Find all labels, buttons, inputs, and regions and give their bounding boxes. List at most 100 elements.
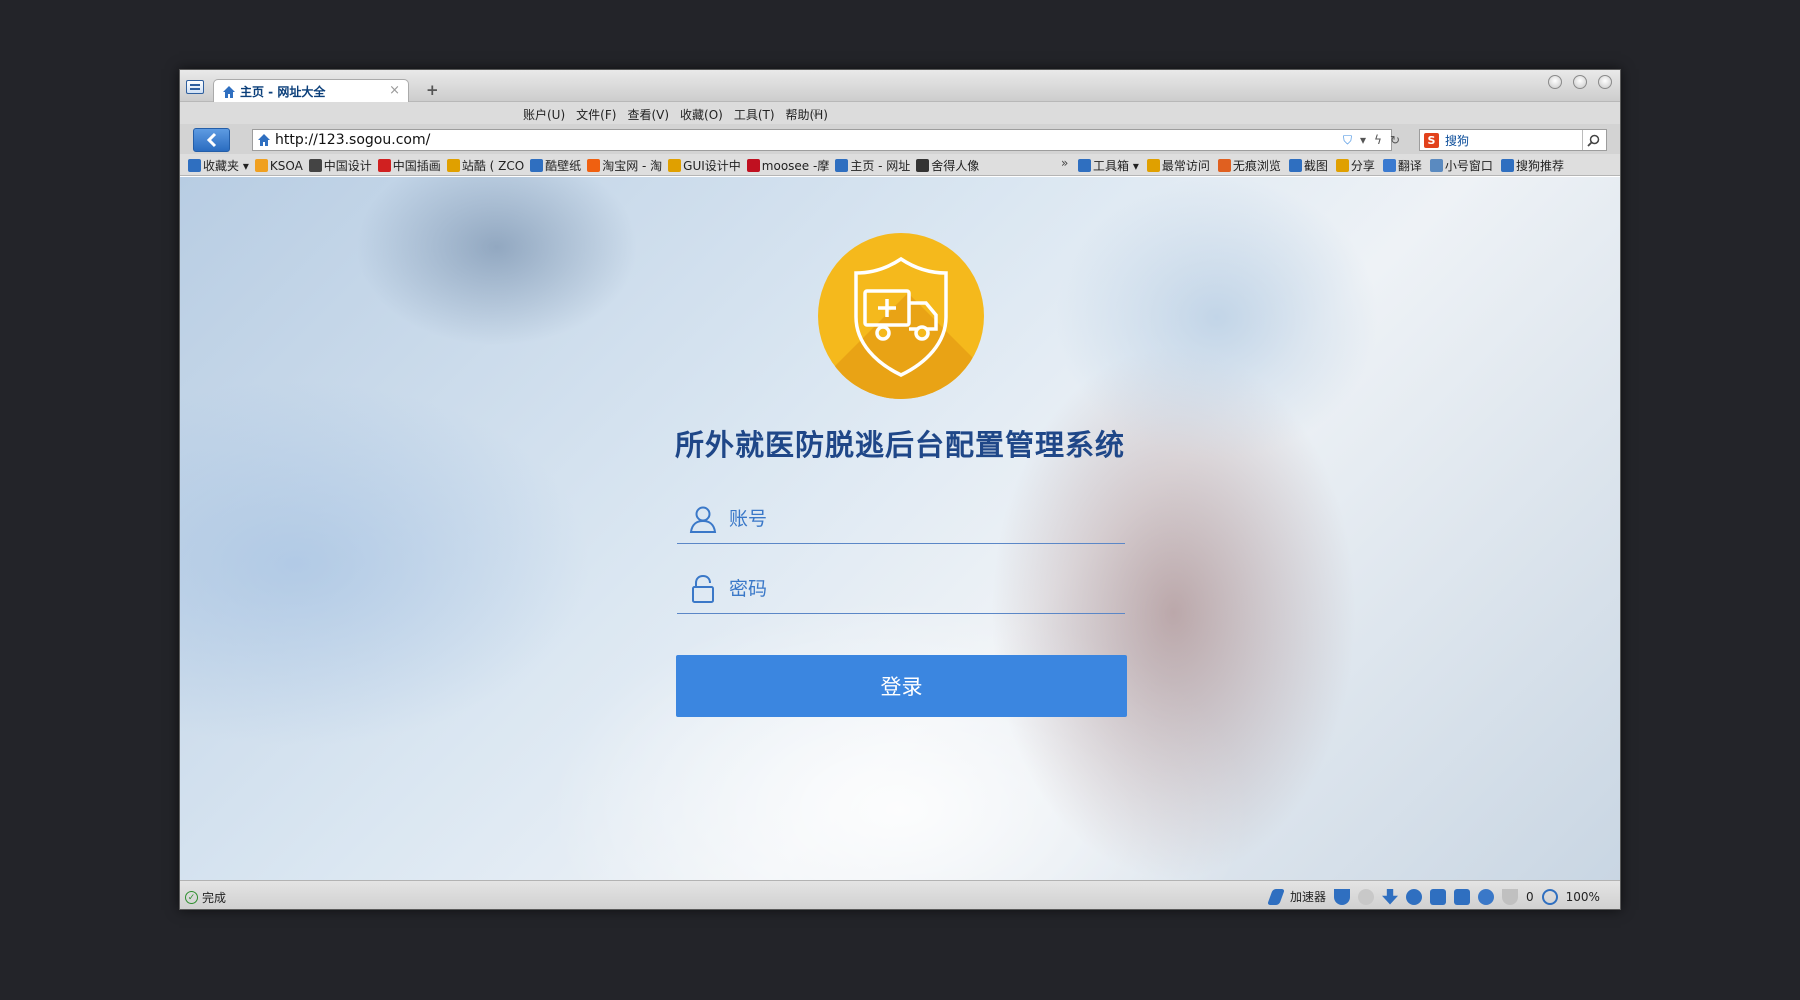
bookmark-item[interactable]: 截图: [1288, 157, 1328, 174]
ad-block-icon[interactable]: [1502, 888, 1519, 905]
chevron-left-icon: [206, 132, 216, 148]
bookmark-label: 酷壁纸: [545, 159, 582, 173]
minus-circle-icon[interactable]: [1478, 888, 1495, 905]
bookmark-favicon-icon: [1335, 159, 1349, 172]
bookmarks-overflow-icon[interactable]: »: [1061, 156, 1068, 170]
bookmark-item[interactable]: 搜狗推荐: [1500, 157, 1564, 174]
bookmark-item[interactable]: 舍得人像: [916, 157, 979, 174]
bookmarks-bar: 收藏夹 ▾ KSOA 中国设计 中国插画 站酷 ( ZCO 酷壁纸 淘宝网 - 淘 GUI设计…: [180, 154, 1620, 176]
browser-menu-icon[interactable]: [186, 80, 204, 94]
bookmark-label: 中国设计: [323, 159, 372, 173]
back-button[interactable]: [193, 128, 230, 152]
tab-close-icon[interactable]: ×: [389, 83, 400, 98]
password-input[interactable]: [729, 577, 1125, 600]
url-text: http://123.sogou.com/: [275, 132, 431, 148]
bookmark-label: 分享: [1350, 159, 1375, 173]
url-tools: ⛉ ▾ ϟ ↻: [1343, 133, 1400, 148]
bookmark-favicon-icon: [377, 159, 391, 172]
bookmark-item[interactable]: KSOA: [254, 157, 303, 174]
bookmark-label: 小号窗口: [1444, 159, 1493, 173]
menu-item[interactable]: 工具(T): [734, 106, 775, 123]
bookmark-item[interactable]: 工具箱 ▾: [1078, 157, 1139, 174]
bookmark-item[interactable]: 中国设计: [308, 157, 372, 174]
window-controls: [1548, 75, 1612, 89]
menu-item[interactable]: 查看(V): [627, 106, 669, 123]
blocked-count: 0: [1526, 889, 1534, 904]
bookmark-label: 工具箱 ▾: [1093, 159, 1139, 173]
bookmark-label: 收藏夹 ▾: [203, 159, 249, 173]
bookmark-favicon-icon: [1078, 159, 1091, 172]
bookmark-label: 最常访问: [1161, 159, 1210, 173]
user-icon: [689, 506, 717, 533]
bookmark-item[interactable]: 最常访问: [1146, 157, 1210, 174]
account-input[interactable]: [729, 507, 1125, 530]
bookmark-item[interactable]: 中国插画: [377, 157, 441, 174]
close-window-button[interactable]: [1598, 75, 1612, 89]
bookmark-label: 搜狗推荐: [1515, 159, 1564, 173]
status-bar: ✓ 完成 加速器 0 100%: [180, 880, 1620, 909]
lightning-icon[interactable]: ϟ: [1374, 133, 1382, 148]
bookmark-favicon-icon: [1288, 159, 1302, 172]
bookmark-item[interactable]: 酷壁纸: [530, 157, 581, 174]
menu-item[interactable]: 账户(U): [523, 106, 565, 123]
maximize-button[interactable]: [1573, 75, 1587, 89]
page-title: 所外就医防脱逃后台配置管理系统: [674, 428, 1125, 462]
play-icon[interactable]: [1406, 888, 1423, 905]
bookmark-favicon-icon: [746, 159, 760, 172]
add-window-icon[interactable]: [1430, 888, 1447, 905]
accelerator-icon[interactable]: [1267, 888, 1285, 905]
accelerator-label[interactable]: 加速器: [1290, 888, 1326, 905]
bookmark-item[interactable]: 无痕浏览: [1217, 157, 1281, 174]
bookmark-favicon-icon: [530, 159, 544, 172]
bookmark-item[interactable]: 翻译: [1382, 157, 1422, 174]
address-bar: http://123.sogou.com/ ⛉ ▾ ϟ ↻ S 搜狗: [180, 124, 1620, 154]
bookmark-item[interactable]: 收藏夹 ▾: [188, 157, 249, 174]
login-page: 所外就医防脱逃后台配置管理系统 登录: [180, 177, 1620, 880]
search-input[interactable]: S 搜狗: [1419, 129, 1607, 151]
bookmark-favicon-icon: [1217, 159, 1231, 172]
bookmark-item[interactable]: 站酷 ( ZCO: [446, 157, 525, 174]
lock-icon: [692, 574, 714, 603]
minimize-button[interactable]: [1548, 75, 1562, 89]
bookmark-label: 站酷 ( ZCO: [461, 159, 525, 173]
bookmark-item[interactable]: moosee -摩: [746, 157, 830, 174]
bookmark-favicon-icon: [1500, 159, 1514, 172]
url-input[interactable]: http://123.sogou.com/: [252, 129, 1392, 151]
bookmark-item[interactable]: 淘宝网 - 淘: [587, 157, 662, 174]
folder-icon[interactable]: [1454, 888, 1471, 905]
bookmark-favicon-icon: [254, 159, 268, 172]
menu-item[interactable]: 帮助(H): [786, 106, 828, 123]
tab-strip: 主页 - 网址大全 × +: [180, 70, 1620, 103]
status-text: 完成: [202, 891, 227, 905]
bookmark-favicon-icon: [1429, 159, 1443, 172]
refresh-icon[interactable]: ↻: [1390, 133, 1400, 148]
menu-item[interactable]: 文件(F): [576, 106, 616, 123]
bookmark-label: 中国插画: [392, 159, 441, 173]
bookmark-label: moosee -摩: [761, 159, 830, 173]
ambulance-shield-logo-icon: [818, 233, 984, 399]
bookmark-item[interactable]: 分享: [1335, 157, 1375, 174]
check-icon: ✓: [185, 891, 198, 904]
account-field: [677, 494, 1125, 544]
new-tab-button[interactable]: +: [426, 81, 439, 99]
login-button[interactable]: 登录: [676, 655, 1127, 717]
zoom-icon[interactable]: [1541, 888, 1558, 905]
download-icon[interactable]: [1382, 888, 1399, 905]
bookmark-item[interactable]: GUI设计中: [668, 157, 741, 174]
bookmark-favicon-icon: [916, 159, 930, 172]
shield-icon[interactable]: [1334, 888, 1351, 905]
user-icon[interactable]: [1358, 888, 1375, 905]
security-shield-icon[interactable]: ⛉: [1343, 133, 1352, 148]
search-engine-label: 搜狗: [1445, 133, 1470, 148]
menu-item[interactable]: 收藏(O): [680, 106, 723, 123]
search-icon[interactable]: [1582, 130, 1604, 150]
bookmark-favicon-icon: [446, 159, 460, 172]
skin-icon[interactable]: ▽: [811, 106, 820, 120]
bookmark-item[interactable]: 小号窗口: [1429, 157, 1493, 174]
bookmark-label: KSOA: [269, 158, 303, 173]
bookmark-item[interactable]: 主页 - 网址: [835, 157, 910, 174]
tab-title: 主页 - 网址大全: [240, 85, 326, 99]
zoom-level[interactable]: 100%: [1566, 890, 1600, 904]
dropdown-icon[interactable]: ▾: [1360, 133, 1366, 148]
tab-home[interactable]: 主页 - 网址大全 ×: [213, 79, 409, 103]
